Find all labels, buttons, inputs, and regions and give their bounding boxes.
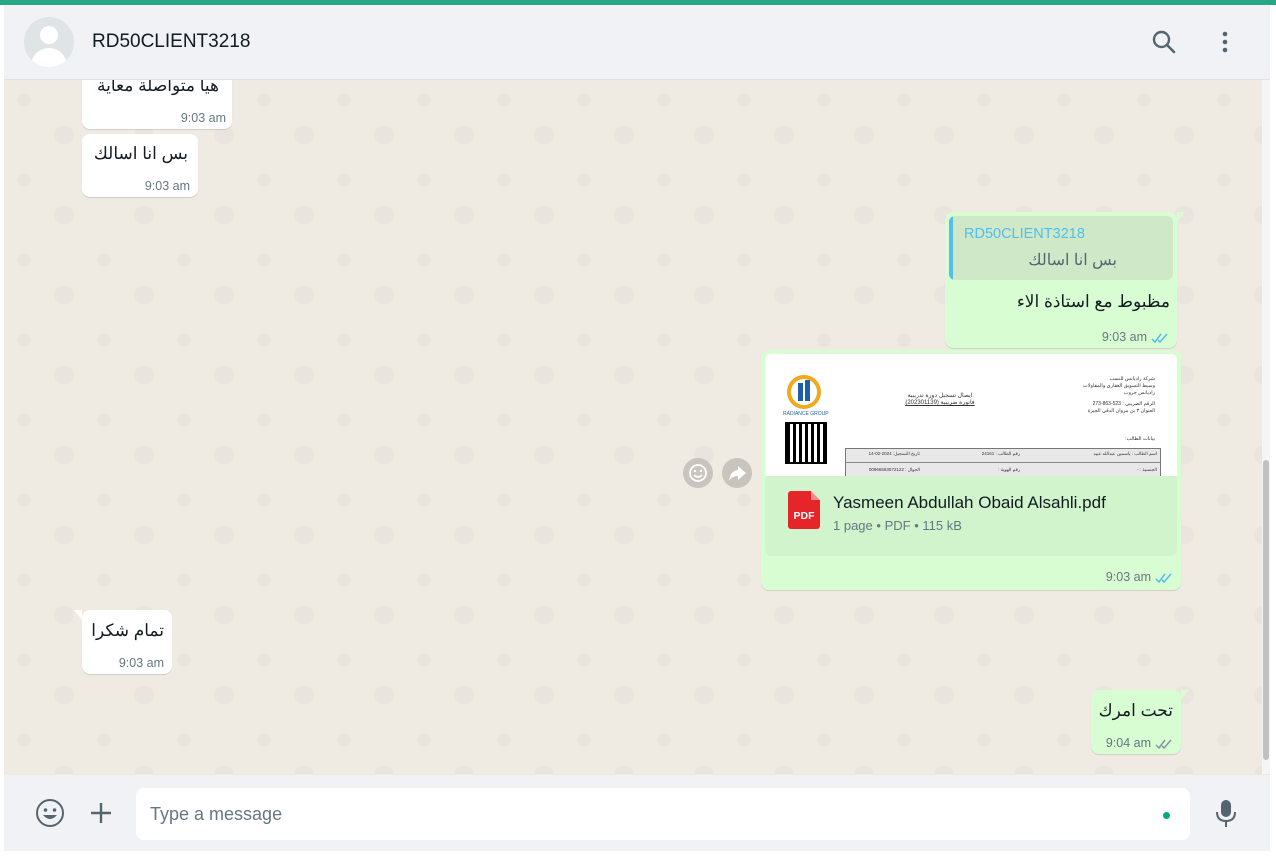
pdf-file-icon: PDF <box>788 491 820 529</box>
message-time: 9:03 am <box>180 111 226 125</box>
message-incoming[interactable]: تمام شكرا 9:03 am <box>74 610 172 674</box>
message-text: هيا متواصلة معاية <box>97 80 219 95</box>
message-outgoing-reply[interactable]: RD50CLIENT3218 بس انا اسالك مظبوط مع است… <box>945 212 1185 348</box>
message-text: بس انا اسالك <box>93 144 188 163</box>
emoji-icon[interactable] <box>33 796 67 830</box>
message-incoming[interactable]: بس انا اسالك 9:03 am <box>82 134 198 197</box>
table-cell: رقم الهوية : <box>998 467 1020 472</box>
message-outgoing-document[interactable]: RADIANCE GROUP شركة راديانس للنسب وسيط ا… <box>761 350 1181 590</box>
chat-scrollbar[interactable] <box>1262 80 1270 774</box>
file-pages: 1 page <box>833 518 873 533</box>
menu-icon[interactable] <box>1210 27 1240 57</box>
table-cell: الجنسية : - <box>1137 467 1157 472</box>
mic-icon[interactable] <box>1209 796 1243 830</box>
message-incoming[interactable]: هيا متواصلة معاية 9:03 am <box>82 80 232 129</box>
search-icon[interactable] <box>1149 27 1179 57</box>
company-line: شركة راديانس للنسب <box>1109 376 1155 382</box>
document-info[interactable]: PDF Yasmeen Abdullah Obaid Alsahli.pdf 1… <box>765 476 1177 556</box>
table-cell: الجوال : 00966563572122 <box>868 467 920 472</box>
tax-number: الرقم الضريبي : 523-863-273 <box>1092 401 1155 407</box>
message-outgoing[interactable]: تحت امرك 9:04 am <box>1091 690 1189 754</box>
company-line: راديانس جروب <box>1123 390 1155 396</box>
forward-button[interactable] <box>722 458 752 488</box>
message-time: 9:04 am <box>1105 736 1151 750</box>
read-ticks-icon <box>1151 333 1168 344</box>
emoji-reaction-icon <box>689 464 707 482</box>
message-input[interactable] <box>150 788 1150 840</box>
contact-name[interactable]: RD50CLIENT3218 <box>92 31 250 53</box>
message-text: مظبوط مع استاذة الاء <box>1016 292 1170 311</box>
quoted-text: بس انا اسالك <box>1028 252 1117 269</box>
chat-header: RD50CLIENT3218 <box>4 5 1270 80</box>
section-label: بيانات الطالب: <box>1125 436 1155 442</box>
file-meta: 1 page • PDF • 115 kB <box>833 518 962 533</box>
message-input-box[interactable] <box>136 788 1190 840</box>
table-cell: تاريخ التسجيل: 2024-02-14 <box>868 451 920 456</box>
scrollbar-thumb[interactable] <box>1263 460 1269 760</box>
document-preview[interactable]: RADIANCE GROUP شركة راديانس للنسب وسيط ا… <box>765 354 1177 476</box>
table-cell: اسم الطالب : ياسمين عبدالله عبيد <box>1093 451 1157 456</box>
read-ticks-icon <box>1155 573 1172 584</box>
logo-text: RADIANCE GROUP <box>783 411 829 417</box>
message-time: 9:03 am <box>1101 330 1147 344</box>
table-cell: رقم الطالب : 24161 <box>981 451 1020 456</box>
quoted-message[interactable]: RD50CLIENT3218 بس انا اسالك <box>949 216 1173 280</box>
status-dot <box>1163 812 1170 819</box>
avatar[interactable] <box>24 17 74 67</box>
plus-icon[interactable] <box>84 796 118 830</box>
student-table: اسم الطالب : ياسمين عبدالله عبيد رقم الط… <box>845 448 1161 476</box>
message-time: 9:03 am <box>144 179 190 193</box>
message-text: تحت امرك <box>1098 701 1173 720</box>
qr-code <box>785 422 827 464</box>
message-text: تمام شكرا <box>91 621 164 640</box>
chat-app: RD50CLIENT3218 هيا متواصلة معاية 9:03 am… <box>4 5 1270 851</box>
invoice-title: ايصال تسجيل دورة تدريبية <box>907 393 973 399</box>
message-list: هيا متواصلة معاية 9:03 am بس انا اسالك 9… <box>4 80 1262 774</box>
message-time: 9:03 am <box>118 656 164 670</box>
file-size: 115 kB <box>922 518 962 533</box>
forward-icon <box>729 466 746 481</box>
company-line: وسيط التسويق العقاري والمقاولات <box>1082 383 1155 389</box>
invoice-number: فاتورة ضريبية (202301139) <box>905 400 975 406</box>
message-composer <box>4 775 1270 851</box>
react-button[interactable] <box>683 458 713 488</box>
message-time: 9:03 am <box>1105 570 1151 584</box>
delivered-ticks-icon <box>1155 739 1172 750</box>
file-type: PDF <box>884 518 911 533</box>
quoted-author: RD50CLIENT3218 <box>964 226 1085 242</box>
file-name[interactable]: Yasmeen Abdullah Obaid Alsahli.pdf <box>833 493 1106 513</box>
company-logo <box>785 375 823 409</box>
company-address: العنوان ٣ بن مروان الدقي الجيزة <box>1087 408 1155 414</box>
